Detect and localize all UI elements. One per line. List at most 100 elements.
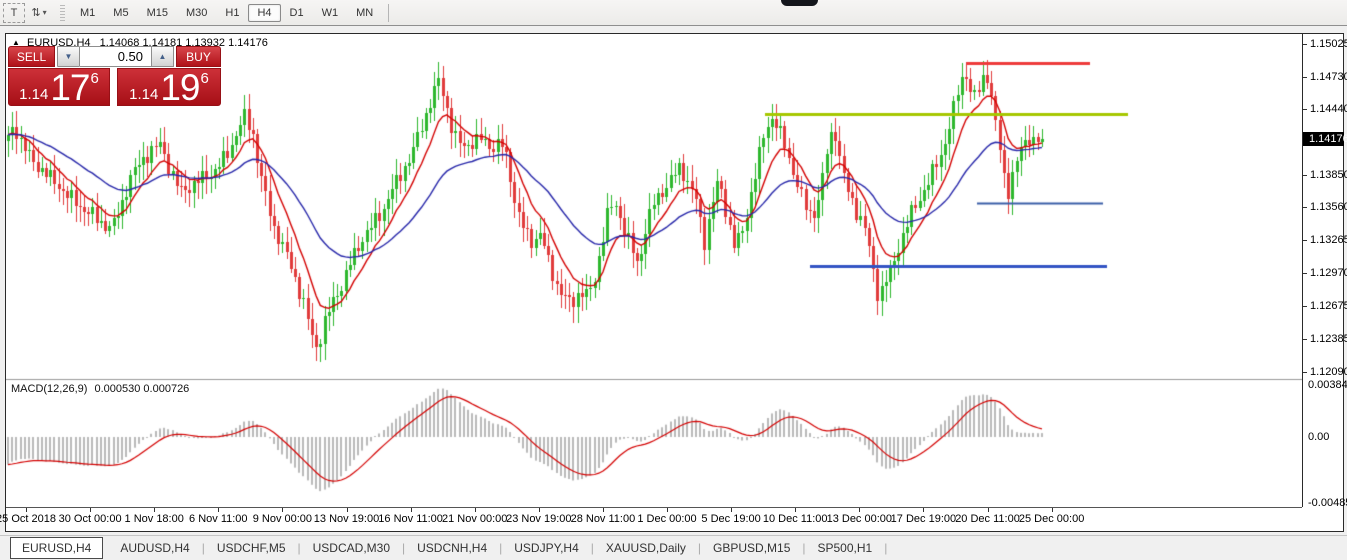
ask-prefix: 1.14 xyxy=(129,86,159,103)
tab-AUDUSD-H4[interactable]: AUDUSD,H4 xyxy=(109,538,200,558)
time-tick-mark xyxy=(1051,508,1053,512)
time-tick-label: 13 Nov 19:00 xyxy=(313,513,380,525)
time-tick-label: 1 Dec 00:00 xyxy=(637,513,697,525)
tab-separator: | xyxy=(297,541,301,555)
tab-separator: | xyxy=(402,541,406,555)
toolbar-grip[interactable] xyxy=(60,4,65,21)
buy-button[interactable]: BUY xyxy=(176,46,221,67)
macd-current-values: 0.000530 0.000726 xyxy=(94,383,190,395)
bid-pip-digit: 6 xyxy=(90,70,99,87)
time-tick-mark xyxy=(795,508,797,512)
timeframe-M1[interactable]: M1 xyxy=(71,4,104,22)
time-tick-mark xyxy=(602,508,604,512)
tab-separator: | xyxy=(201,541,205,555)
macd-indicator-label: MACD(12,26,9) 0.000530 0.000726 xyxy=(11,383,193,395)
time-tick-label: 17 Dec 19:00 xyxy=(890,513,957,525)
tab-USDJPY-H4[interactable]: USDJPY,H4 xyxy=(503,538,589,558)
price-tick-label: 1.13560 xyxy=(1303,201,1347,213)
sell-button[interactable]: SELL xyxy=(8,46,55,67)
text-tool-glyph: T xyxy=(10,6,18,19)
time-tick-mark xyxy=(731,508,733,512)
dropdown-caret-icon: ▾ xyxy=(42,8,47,17)
time-tick-label: 16 Nov 11:00 xyxy=(378,513,443,525)
top-toolbar: T ⇅ ▾ M1 M5 M15 M30 H1 H4 D1 W1 MN xyxy=(0,0,1347,26)
toolbar-separator xyxy=(388,3,390,22)
time-tick-mark xyxy=(154,508,156,512)
timeframe-M30[interactable]: M30 xyxy=(177,4,216,22)
text-cursor-tool-icon[interactable]: T xyxy=(3,2,25,23)
price-tick-label: 1.15025 xyxy=(1303,38,1347,50)
time-tick-mark xyxy=(90,508,92,512)
ask-pip-digit: 6 xyxy=(200,70,209,87)
tab-USDCAD-M30[interactable]: USDCAD,M30 xyxy=(302,538,401,558)
time-tick-mark xyxy=(923,508,925,512)
buy-button-label: BUY xyxy=(186,49,211,64)
timeframe-D1[interactable]: D1 xyxy=(281,4,313,22)
spin-up-icon: ▲ xyxy=(158,52,167,61)
ask-big-digits: 19 xyxy=(160,67,200,108)
timeframe-W1[interactable]: W1 xyxy=(313,4,348,22)
time-tick-mark xyxy=(859,508,861,512)
time-tick-mark xyxy=(474,508,476,512)
timeframe-M15[interactable]: M15 xyxy=(138,4,177,22)
time-tick-mark xyxy=(282,508,284,512)
tab-separator: | xyxy=(499,541,503,555)
ask-price-button[interactable]: 1.14 19 6 xyxy=(117,68,221,106)
time-tick-label: 13 Dec 00:00 xyxy=(826,513,893,525)
time-tick-label: 21 Nov 00:00 xyxy=(441,513,508,525)
timeframe-H1[interactable]: H1 xyxy=(216,4,248,22)
one-click-trade-panel: SELL ▼ ▲ BUY 1.14 17 6 1.14 19 6 xyxy=(8,46,228,106)
volume-increase-button[interactable]: ▲ xyxy=(151,46,174,67)
volume-input[interactable] xyxy=(80,46,151,67)
time-tick-mark xyxy=(26,508,27,512)
price-tick-label: 1.12090 xyxy=(1303,366,1347,378)
time-axis[interactable]: 25 Oct 2018 30 Oct 00:00 1 Nov 18:00 6 Nov … xyxy=(0,507,1302,531)
time-tick-label: 6 Nov 11:00 xyxy=(189,513,248,525)
time-tick-label: 23 Nov 19:00 xyxy=(506,513,572,525)
bid-price-button[interactable]: 1.14 17 6 xyxy=(8,68,110,106)
chart-window: ▲ EURUSD,H4 1.14068 1.14181 1.13932 1.14… xyxy=(0,33,1347,532)
scale-arrows-dropdown-button[interactable]: ⇅ ▾ xyxy=(28,3,50,23)
time-tick-mark xyxy=(538,508,540,512)
tab-SP500-H1[interactable]: SP500,H1 xyxy=(807,538,884,558)
tab-XAUUSD-Daily[interactable]: XAUUSD,Daily xyxy=(595,538,697,558)
volume-decrease-button[interactable]: ▼ xyxy=(57,46,80,67)
time-tick-mark xyxy=(987,508,989,512)
price-axis[interactable]: 1.14176 1.15025 1.14730 1.14440 1.13850 1.13… xyxy=(1302,34,1347,509)
time-tick-mark xyxy=(667,508,668,512)
price-tick-label: 1.12675 xyxy=(1303,300,1347,312)
tab-separator: | xyxy=(697,541,702,555)
time-tick-label: 25 Dec 00:00 xyxy=(1018,513,1085,525)
time-tick-label: 25 Oct 2018 xyxy=(0,513,56,525)
price-tick-label: 1.13850 xyxy=(1303,169,1347,181)
time-tick-label: 30 Oct 00:00 xyxy=(58,513,122,525)
timeframe-H4[interactable]: H4 xyxy=(248,3,281,22)
sell-button-label: SELL xyxy=(16,49,47,64)
bid-prefix: 1.14 xyxy=(19,86,49,103)
time-tick-label: 5 Dec 19:00 xyxy=(701,513,761,525)
tab-GBPUSD-M15[interactable]: GBPUSD,M15 xyxy=(702,538,801,558)
chart-tabs-bar: EURUSD,H4 AUDUSD,H4 | USDCHF,M5 | USDCAD,M30 |… xyxy=(0,535,1347,560)
price-tick-label: 1.13265 xyxy=(1303,234,1347,246)
bid-big-digits: 17 xyxy=(50,67,90,108)
time-tick-label: 10 Dec 11:00 xyxy=(762,513,828,525)
price-tick-label: 1.12970 xyxy=(1303,267,1347,279)
price-tick-label: 1.14730 xyxy=(1303,71,1347,83)
screen-notch-artifact xyxy=(781,0,818,6)
timeframe-MN[interactable]: MN xyxy=(347,4,382,22)
tab-EURUSD-H4[interactable]: EURUSD,H4 xyxy=(10,537,104,559)
time-tick-label: 28 Nov 11:00 xyxy=(570,513,636,525)
macd-title: MACD(12,26,9) xyxy=(11,383,88,395)
time-tick-mark xyxy=(410,508,412,512)
timeframe-M5[interactable]: M5 xyxy=(104,4,137,22)
macd-tick-label: 0.00 xyxy=(1308,431,1330,443)
tab-separator: | xyxy=(884,541,888,555)
current-price-tag: 1.14176 xyxy=(1303,131,1347,146)
spin-down-icon: ▼ xyxy=(64,52,73,61)
tab-USDCHF-M5[interactable]: USDCHF,M5 xyxy=(206,538,297,558)
tab-USDCNH-H4[interactable]: USDCNH,H4 xyxy=(406,538,498,558)
macd-tick-label: -0.004856 xyxy=(1308,496,1347,509)
price-tick-label: 1.12385 xyxy=(1303,333,1347,345)
scale-arrows-icon: ⇅ xyxy=(31,7,41,19)
timeframe-button-group: M1 M5 M15 M30 H1 H4 D1 W1 MN xyxy=(71,3,382,22)
